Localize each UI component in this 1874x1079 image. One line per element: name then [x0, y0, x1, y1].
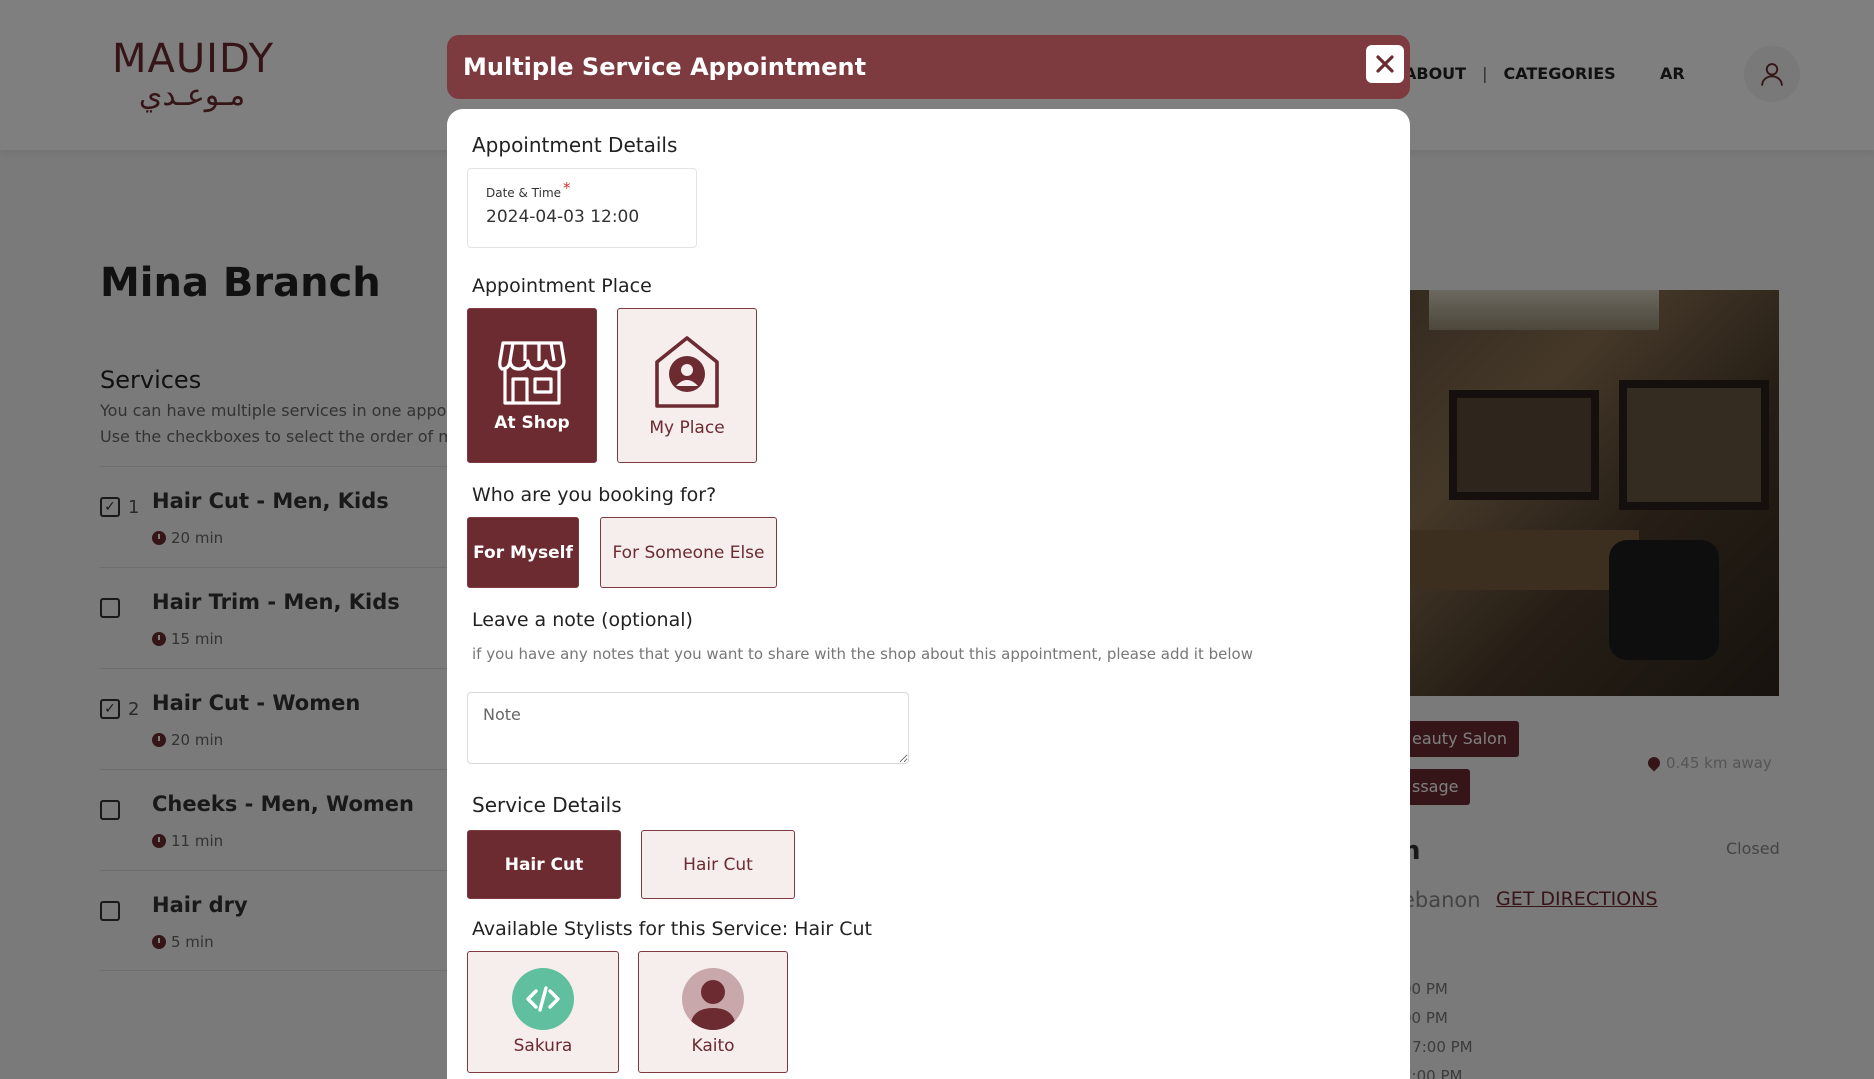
place-option-at-shop[interactable]: At Shop [467, 308, 597, 463]
booking-for-heading: Who are you booking for? [472, 484, 717, 506]
home-person-icon [655, 335, 719, 408]
service-option-hair-cut[interactable]: Hair Cut [467, 830, 621, 899]
date-time-field[interactable]: Date & Time * 2024-04-03 12:00 [467, 168, 697, 248]
booking-for-label: For Someone Else [612, 542, 765, 563]
stylist-name: Kaito [691, 1036, 735, 1056]
code-icon [512, 968, 574, 1030]
date-time-value: 2024-04-03 12:00 [486, 207, 640, 227]
shop-icon [498, 340, 566, 405]
place-option-my-place[interactable]: My Place [617, 308, 757, 463]
booking-for-label: For Myself [473, 542, 573, 563]
date-time-label: Date & Time * [486, 179, 571, 201]
modal-title: Multiple Service Appointment [463, 53, 867, 81]
appointment-place-heading: Appointment Place [472, 275, 652, 297]
service-option-label: Hair Cut [683, 854, 753, 875]
modal-body: Appointment Details Date & Time * 2024-04… [447, 109, 1410, 1079]
service-details-heading: Service Details [472, 793, 622, 817]
note-textarea[interactable] [467, 692, 909, 764]
close-button[interactable] [1366, 45, 1404, 83]
place-option-label: My Place [649, 417, 725, 438]
stylists-heading: Available Stylists for this Service: Hai… [472, 918, 872, 940]
stylist-name: Sakura [513, 1036, 573, 1056]
required-mark: * [563, 179, 571, 197]
user-icon [682, 968, 744, 1030]
close-icon [1376, 55, 1394, 73]
booking-for-someone-else-button[interactable]: For Someone Else [600, 517, 777, 588]
appointment-details-heading: Appointment Details [472, 133, 678, 157]
date-time-label-text: Date & Time [486, 186, 562, 200]
stylist-card-sakura[interactable]: Sakura [467, 951, 619, 1073]
stylist-card-kaito[interactable]: Kaito [638, 951, 788, 1073]
note-heading: Leave a note (optional) [472, 609, 693, 631]
note-hint: if you have any notes that you want to s… [472, 645, 1253, 663]
place-option-label: At Shop [494, 412, 570, 433]
booking-for-myself-button[interactable]: For Myself [467, 517, 579, 588]
modal-header: Multiple Service Appointment [447, 35, 1410, 99]
service-option-label: Hair Cut [504, 854, 584, 875]
service-option-hair-cut-2[interactable]: Hair Cut [641, 830, 795, 899]
